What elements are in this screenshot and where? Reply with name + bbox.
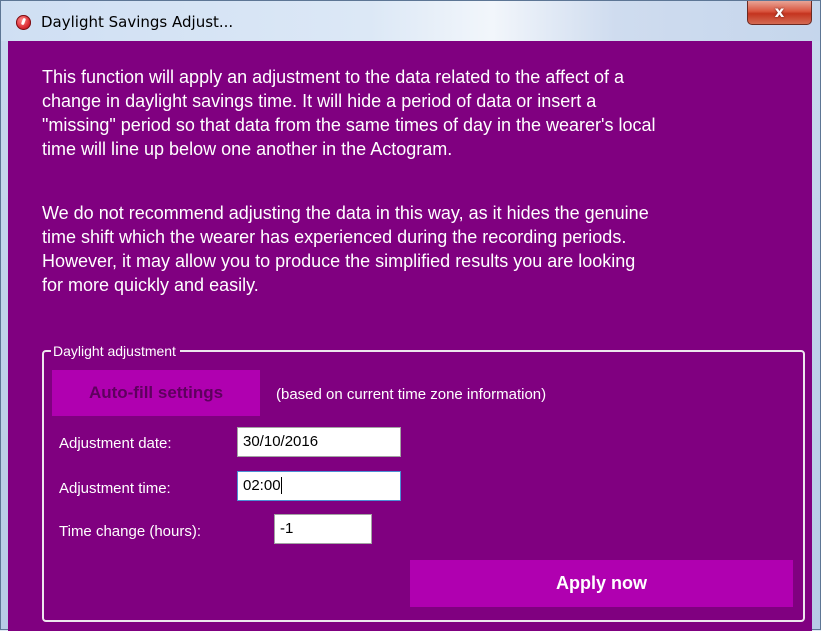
time-change-input[interactable]: -1: [274, 514, 372, 544]
group-legend: Daylight adjustment: [51, 343, 180, 359]
window-title: Daylight Savings Adjust...: [41, 13, 234, 31]
apply-now-button[interactable]: Apply now: [410, 560, 793, 607]
close-icon: x: [774, 3, 785, 21]
dialog-body: This function will apply an adjustment t…: [8, 41, 812, 631]
description-paragraph-1: This function will apply an adjustment t…: [42, 67, 656, 159]
adjustment-date-label: Adjustment date:: [59, 435, 172, 452]
adjustment-time-input[interactable]: 02:00: [237, 471, 401, 501]
dialog-window: Daylight Savings Adjust... x This functi…: [0, 0, 821, 631]
adjustment-date-input[interactable]: 30/10/2016: [237, 427, 401, 457]
adjustment-time-label: Adjustment time:: [59, 480, 171, 497]
adjustment-time-value: 02:00: [243, 477, 281, 494]
autofill-settings-button[interactable]: Auto-fill settings: [52, 370, 260, 416]
time-change-label: Time change (hours):: [59, 523, 202, 540]
app-icon: [16, 15, 31, 30]
text-caret: [280, 476, 282, 494]
close-button[interactable]: x: [747, 1, 812, 25]
title-bar[interactable]: Daylight Savings Adjust... x: [1, 1, 820, 41]
description-paragraph-2: We do not recommend adjusting the data i…: [42, 203, 649, 295]
autofill-note: (based on current time zone information): [276, 386, 547, 403]
